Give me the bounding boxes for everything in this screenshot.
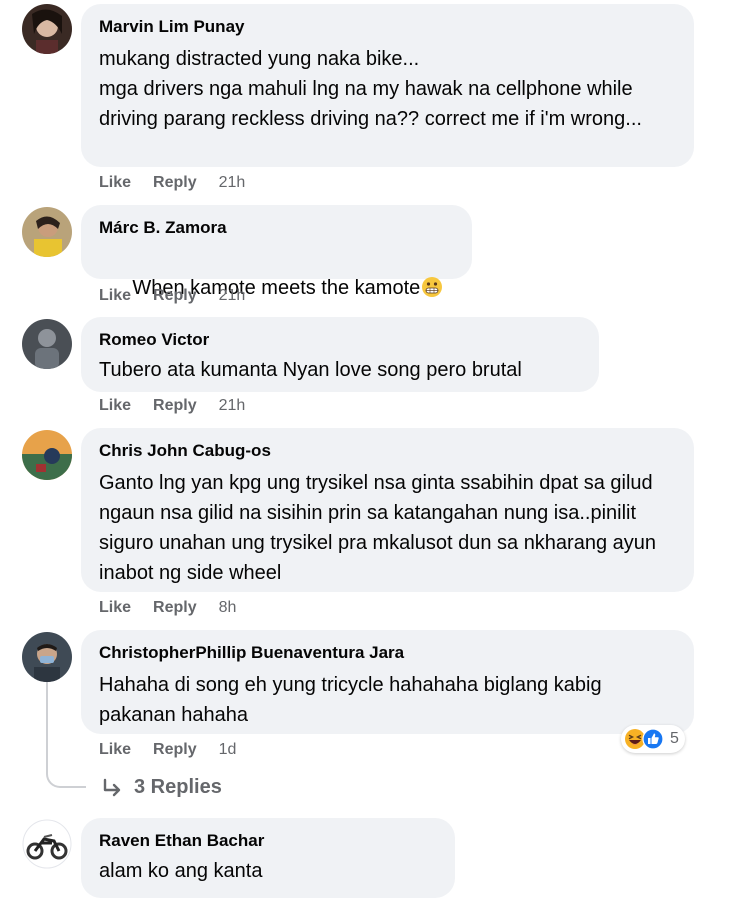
avatar[interactable] [22,430,72,480]
comment-author[interactable]: ChristopherPhillip Buenaventura Jara [99,642,676,664]
comment-bubble: Chris John Cabug-os Ganto lng yan kpg un… [81,428,694,592]
reply-button[interactable]: Reply [153,599,197,617]
comment-bubble: Raven Ethan Bachar alam ko ang kanta [81,818,455,898]
comment-text: Hahaha di song eh yung tricycle hahahaha… [99,674,608,726]
avatar[interactable] [22,632,72,682]
comment-author[interactable]: Chris John Cabug-os [99,440,676,462]
comment-timestamp[interactable]: 8h [219,599,237,617]
comment-text: Tubero ata kumanta Nyan love song pero b… [99,359,522,381]
comment-text: Ganto lng yan kpg ung trysikel nsa ginta… [99,472,662,584]
thread-connector [46,758,86,788]
avatar[interactable] [22,819,72,869]
comment-text: mukang distracted yung naka bike... mga … [99,48,642,130]
comment-timestamp[interactable]: 21h [219,174,246,192]
replies-count-label: 3 Replies [134,776,222,798]
like-button[interactable]: Like [99,741,131,759]
comment-actions: Like Reply 21h [99,397,245,415]
comment-bubble: Marvin Lim Punay mukang distracted yung … [81,4,694,167]
comment-actions: Like Reply 8h [99,599,236,617]
avatar[interactable] [22,319,72,369]
reply-button[interactable]: Reply [153,174,197,192]
comment-timestamp[interactable]: 21h [219,287,246,305]
like-button[interactable]: Like [99,599,131,617]
reply-button[interactable]: Reply [153,397,197,415]
comment-actions: Like Reply 21h [99,174,245,192]
comment-author[interactable]: Marvin Lim Punay [99,16,676,38]
comment-bubble: Márc B. Zamora When kamote meets the kam… [81,205,472,299]
comment-actions: Like Reply 1d [99,741,236,759]
like-button[interactable]: Like [99,174,131,192]
like-button[interactable]: Like [99,397,131,415]
avatar[interactable] [22,4,72,54]
comment-bubble: ChristopherPhillip Buenaventura Jara Hah… [81,630,694,734]
reply-button[interactable]: Reply [153,741,197,759]
comment-timestamp[interactable]: 1d [219,741,237,759]
comment-author[interactable]: Márc B. Zamora [99,217,454,239]
comment-bubble: Romeo Victor Tubero ata kumanta Nyan lov… [81,317,599,392]
reaction-summary[interactable]: 5 [621,725,685,753]
thread-line [46,682,48,760]
like-button[interactable]: Like [99,287,131,305]
comment-author[interactable]: Romeo Victor [99,329,581,351]
like-reaction-icon [642,728,664,750]
comment-actions: Like Reply 21h [99,287,245,305]
comment-timestamp[interactable]: 21h [219,397,246,415]
reply-arrow-icon [103,778,121,796]
grimacing-face-icon [422,277,443,297]
comment-text: alam ko ang kanta [99,860,263,882]
view-replies-link[interactable]: 3 Replies [100,776,222,799]
comment-author[interactable]: Raven Ethan Bachar [99,830,437,852]
reaction-count: 5 [670,730,679,747]
avatar[interactable] [22,207,72,257]
reply-button[interactable]: Reply [153,287,197,305]
